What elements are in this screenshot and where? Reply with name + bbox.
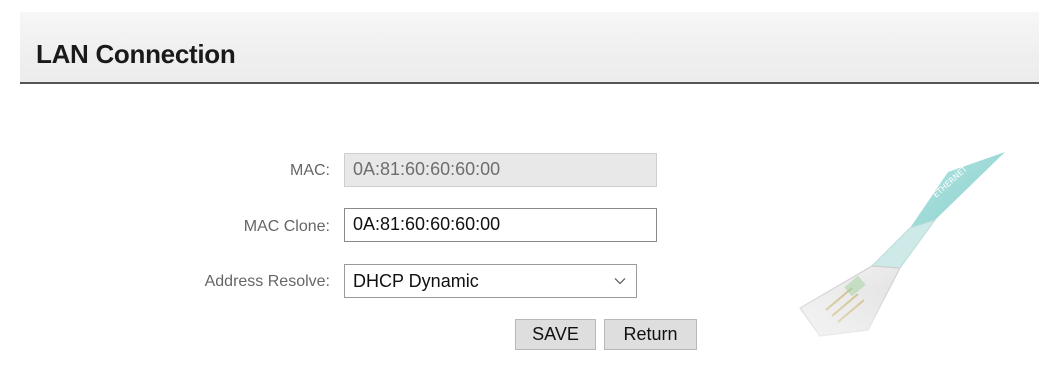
return-button[interactable]: Return xyxy=(604,319,697,350)
address-resolve-select[interactable]: DHCP Dynamic xyxy=(344,264,637,298)
save-button[interactable]: SAVE xyxy=(515,319,596,350)
page-header: LAN Connection xyxy=(20,12,1039,84)
chevron-down-icon xyxy=(614,265,626,297)
address-resolve-value: DHCP Dynamic xyxy=(353,271,479,291)
mac-clone-input[interactable]: 0A:81:60:60:60:00 xyxy=(344,208,657,242)
mac-field: 0A:81:60:60:60:00 xyxy=(344,153,657,187)
mac-label: MAC: xyxy=(290,162,330,179)
mac-clone-label: MAC Clone: xyxy=(243,218,330,235)
address-resolve-label: Address Resolve: xyxy=(204,273,330,290)
page-title: LAN Connection xyxy=(36,39,236,69)
ethernet-cable-icon: ETHERNET xyxy=(760,140,1020,369)
